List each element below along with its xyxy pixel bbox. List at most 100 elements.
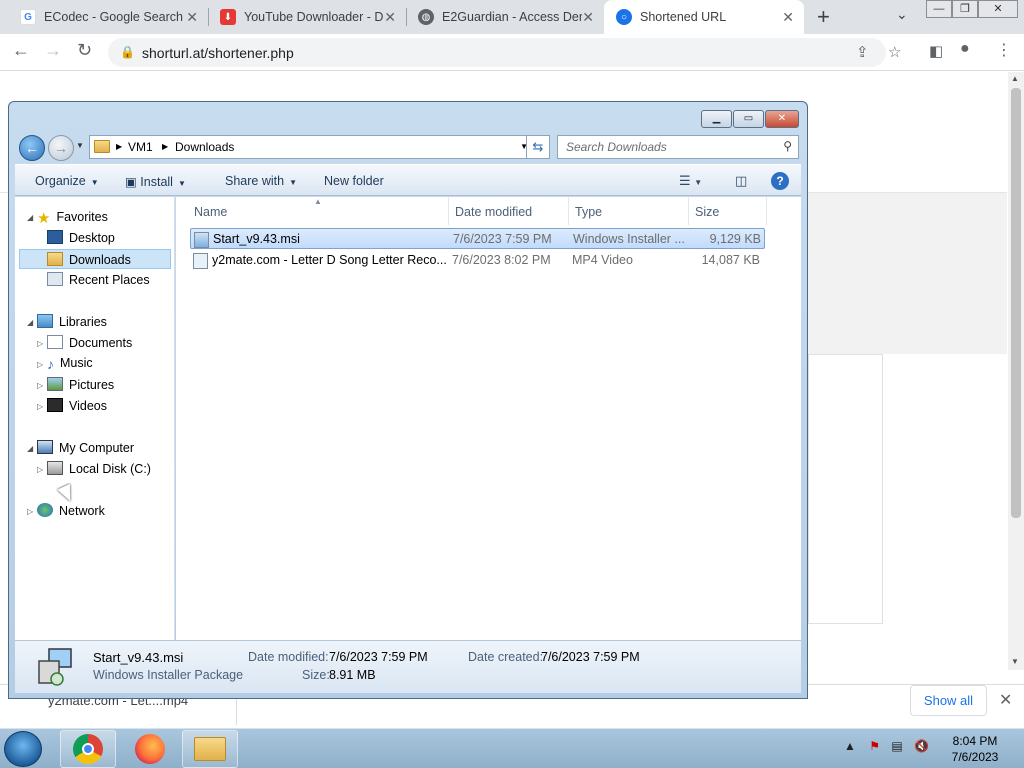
tab-title: ECodec - Google Search (44, 10, 183, 24)
scroll-up-icon[interactable]: ▲ (1011, 74, 1019, 83)
explorer-window: ▁ ▭ ✕ ← → ▼ ▶ VM1 ▶ Downloads ▼ ⇆ Search… (8, 101, 808, 699)
network-status-icon[interactable]: ▤ (891, 739, 902, 753)
explorer-address-bar[interactable]: ▶ VM1 ▶ Downloads ▼ (89, 135, 533, 159)
column-header-name[interactable]: Name (194, 205, 227, 219)
file-name[interactable]: y2mate.com - Letter D Song Letter Reco..… (212, 253, 450, 267)
navigation-pane: ◢ ★ Favorites Desktop Downloads Recent Pl… (15, 197, 175, 640)
address-bar[interactable]: 🔒 shorturl.at/shortener.php ⇪ ☆ (108, 38, 901, 67)
close-window-button[interactable]: ✕ (765, 110, 799, 128)
breadcrumb-separator-icon[interactable]: ▶ (162, 142, 168, 151)
refresh-icon[interactable]: ⇆ (526, 135, 550, 159)
minimize-button[interactable]: — (926, 0, 952, 18)
tab-e2guardian[interactable]: ◍ E2Guardian - Access Den ✕ (406, 0, 604, 34)
nav-libraries[interactable]: Libraries (37, 314, 107, 329)
tab-search-chevron-icon[interactable]: ⌄ (896, 6, 908, 23)
url-text[interactable]: shorturl.at/shortener.php (142, 45, 294, 61)
maximize-button[interactable]: ▭ (733, 110, 764, 128)
nav-my-computer[interactable]: My Computer (37, 440, 134, 455)
action-center-flag-icon[interactable]: ⚑ (869, 739, 880, 753)
expand-arrow-icon[interactable]: ▷ (37, 465, 43, 474)
breadcrumb-downloads[interactable]: Downloads (175, 140, 234, 154)
bookmark-star-icon[interactable]: ☆ (888, 43, 901, 61)
star-icon: ★ (37, 210, 51, 227)
nav-music[interactable]: ♪ Music (47, 356, 93, 372)
side-panel-icon[interactable]: ◧ (929, 42, 943, 60)
nav-label: Videos (69, 399, 107, 413)
file-type: MP4 Video (572, 253, 633, 267)
share-with-button[interactable]: Share with ▼ (225, 174, 297, 188)
volume-muted-icon[interactable]: 🔇 (914, 739, 929, 753)
nav-label: Desktop (69, 231, 115, 245)
show-hidden-icons-icon[interactable]: ▲ (844, 739, 856, 753)
breadcrumb-separator-icon[interactable]: ▶ (116, 142, 122, 151)
new-tab-button[interactable]: + (817, 4, 830, 30)
close-icon[interactable]: ✕ (384, 9, 396, 26)
tab-ecodec-search[interactable]: G ECodec - Google Search ✕ (8, 0, 208, 34)
tab-shortened-url[interactable]: ○ Shortened URL ✕ (604, 0, 804, 34)
nav-videos[interactable]: Videos (47, 398, 107, 413)
close-icon[interactable]: ✕ (582, 9, 594, 26)
tab-youtube-downloader[interactable]: ⬇ YouTube Downloader - D ✕ (208, 0, 406, 34)
menu-kebab-icon[interactable]: ⋮ (996, 40, 1012, 60)
nav-network[interactable]: Network (37, 503, 105, 518)
taskbar-firefox-button[interactable] (122, 730, 178, 768)
column-header-date-modified[interactable]: Date modified (455, 205, 532, 219)
reload-icon[interactable]: ↻ (77, 40, 92, 61)
show-all-button[interactable]: Show all (910, 685, 987, 716)
share-icon[interactable]: ⇪ (856, 43, 869, 61)
nav-pictures[interactable]: Pictures (47, 377, 114, 392)
nav-documents[interactable]: Documents (47, 335, 132, 350)
clock[interactable]: 8:04 PM 7/6/2023 (940, 733, 1010, 765)
collapse-arrow-icon[interactable]: ◢ (27, 318, 33, 327)
close-window-button[interactable]: ✕ (978, 0, 1018, 18)
expand-arrow-icon[interactable]: ▷ (37, 381, 43, 390)
expand-arrow-icon[interactable]: ▷ (27, 507, 33, 516)
expand-arrow-icon[interactable]: ▷ (37, 339, 43, 348)
help-icon[interactable]: ? (771, 172, 789, 190)
forward-arrow-icon[interactable]: → (44, 40, 62, 61)
nav-label: Recent Places (69, 273, 150, 287)
taskbar-explorer-button[interactable] (182, 730, 238, 768)
back-arrow-icon[interactable]: ← (19, 135, 45, 161)
install-button[interactable]: ▣ Install ▼ (125, 174, 186, 189)
search-input[interactable]: Search Downloads ⚲ (557, 135, 799, 159)
file-row-start-msi[interactable]: Start_v9.43.msi 7/6/2023 7:59 PM Windows… (190, 228, 765, 249)
scroll-down-icon[interactable]: ▼ (1011, 657, 1019, 666)
profile-avatar-icon[interactable]: ● (960, 40, 970, 58)
lock-icon[interactable]: 🔒 (120, 45, 135, 59)
preview-pane-icon[interactable]: ◫ (735, 173, 747, 189)
breadcrumb-vm1[interactable]: VM1 (128, 140, 153, 154)
back-arrow-icon[interactable]: ← (12, 40, 30, 61)
change-view-icon[interactable]: ☰ ▼ (679, 173, 702, 189)
search-placeholder[interactable]: Search Downloads (566, 140, 667, 154)
nav-local-disk[interactable]: Local Disk (C:) (47, 461, 151, 476)
page-scrollbar[interactable]: ▲ ▼ (1008, 72, 1024, 670)
close-icon[interactable]: ✕ (782, 9, 794, 26)
column-header-size[interactable]: Size (695, 205, 719, 219)
chevron-down-icon: ▼ (90, 178, 99, 187)
scroll-thumb[interactable] (1011, 88, 1021, 518)
close-icon[interactable]: ✕ (186, 9, 198, 26)
new-folder-button[interactable]: New folder (324, 174, 384, 188)
collapse-arrow-icon[interactable]: ◢ (27, 213, 33, 222)
collapse-arrow-icon[interactable]: ◢ (27, 444, 33, 453)
globe-icon: ◍ (418, 9, 434, 25)
search-icon[interactable]: ⚲ (783, 139, 792, 153)
column-header-type[interactable]: Type (575, 205, 602, 219)
close-icon[interactable]: ✕ (999, 690, 1012, 710)
expand-arrow-icon[interactable]: ▷ (37, 402, 43, 411)
nav-favorites[interactable]: ★ Favorites (37, 209, 108, 227)
nav-downloads[interactable]: Downloads (19, 249, 171, 269)
forward-arrow-icon[interactable]: → (48, 135, 74, 161)
start-button[interactable] (4, 731, 42, 767)
taskbar-chrome-button[interactable] (60, 730, 116, 768)
file-name[interactable]: Start_v9.43.msi (213, 232, 451, 246)
history-dropdown-icon[interactable]: ▼ (76, 141, 84, 150)
expand-arrow-icon[interactable]: ▷ (37, 360, 43, 369)
file-row-y2mate-mp4[interactable]: y2mate.com - Letter D Song Letter Reco..… (190, 250, 765, 271)
organize-button[interactable]: Organize ▼ (35, 174, 99, 188)
nav-desktop[interactable]: Desktop (47, 230, 115, 245)
nav-recent-places[interactable]: Recent Places (47, 272, 150, 287)
restore-button[interactable]: ❐ (952, 0, 978, 18)
minimize-button[interactable]: ▁ (701, 110, 732, 128)
